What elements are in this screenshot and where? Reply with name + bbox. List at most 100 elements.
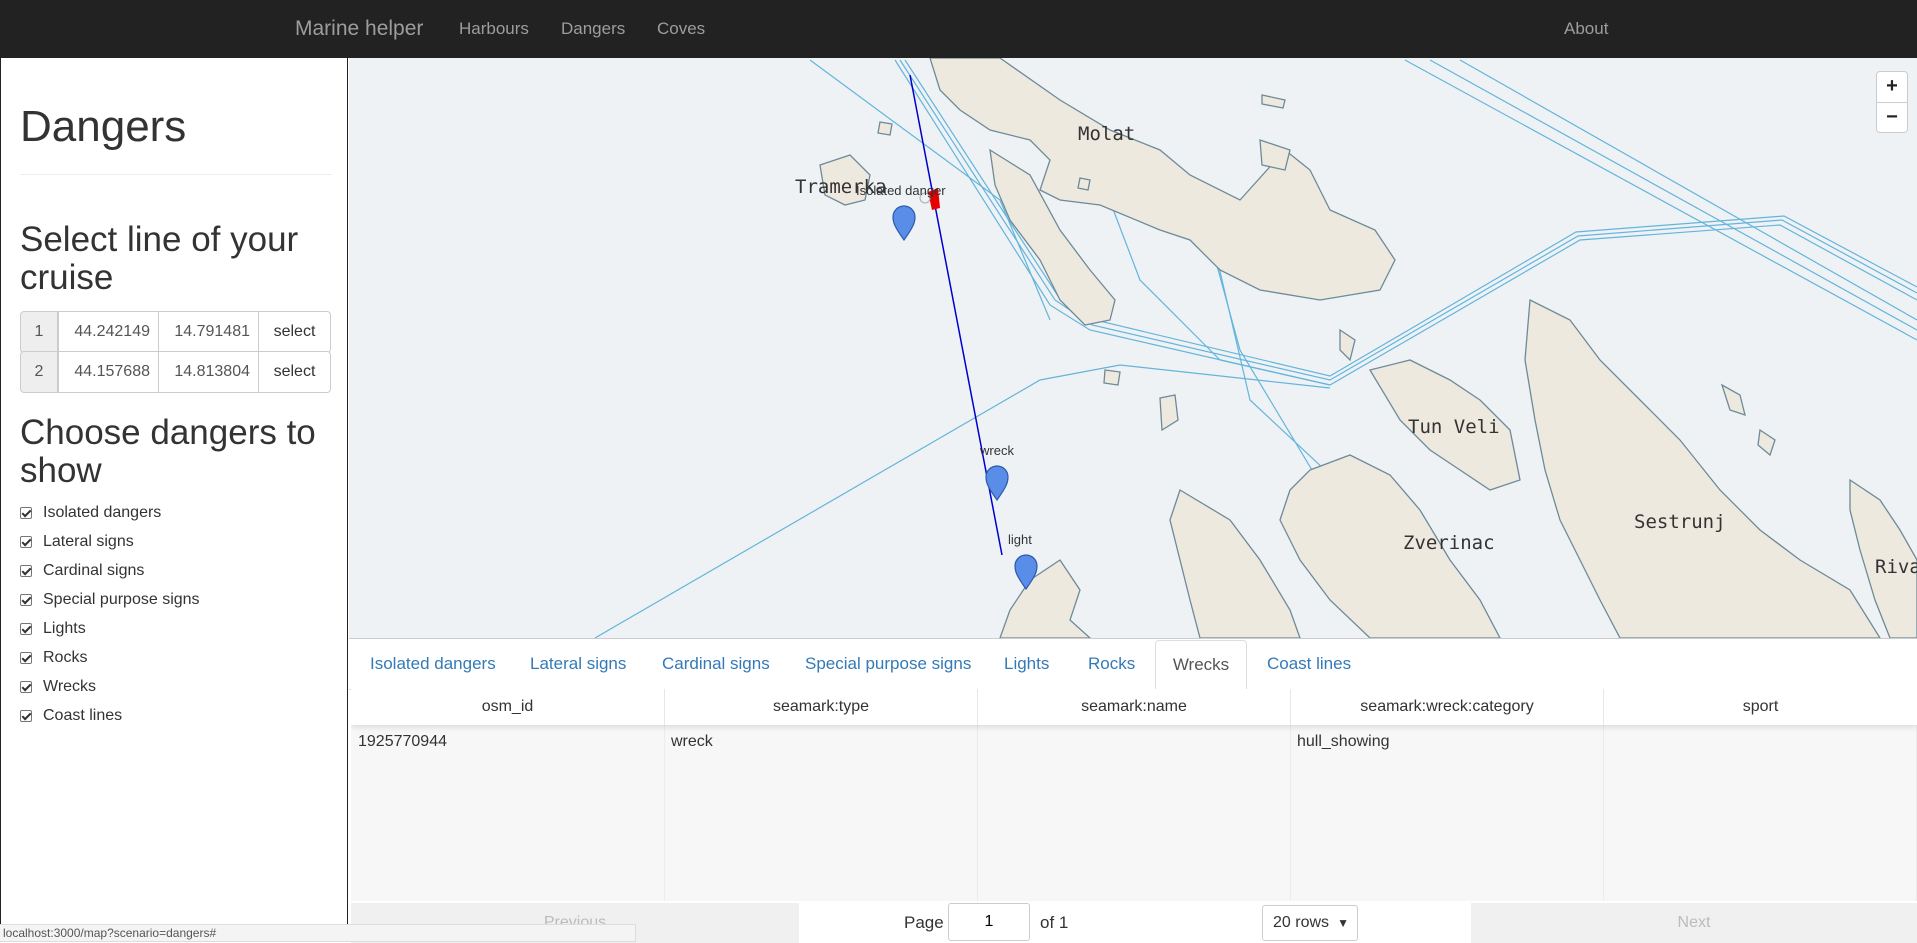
islet: [1259, 139, 1291, 171]
place-label-tun-veli: Tun Veli: [1408, 416, 1500, 438]
checkbox-label: Wrecks: [43, 678, 97, 695]
nav-coves[interactable]: Coves: [657, 19, 705, 39]
point-row-1: 1 select: [20, 311, 331, 353]
divider: [20, 174, 332, 175]
place-label-sestrunj: Sestrunj: [1634, 511, 1726, 533]
rows-per-page-value: 20 rows: [1273, 914, 1330, 931]
pin-marker-wreck[interactable]: wreck: [979, 443, 1014, 502]
danger-tabs: Isolated dangers Lateral signs Cardinal …: [349, 639, 1917, 690]
zoom-control: + −: [1876, 71, 1908, 133]
page-total: of 1: [1040, 913, 1069, 932]
islet: [877, 121, 893, 136]
land: [819, 58, 1917, 638]
islet: [1339, 328, 1356, 362]
select-button[interactable]: select: [258, 351, 331, 393]
zoom-in-button[interactable]: +: [1877, 72, 1907, 102]
map-pin-icon: [985, 465, 1009, 502]
column-header[interactable]: sport: [1604, 689, 1917, 725]
navbar: Marine helper Harbours Dangers Coves Abo…: [0, 0, 1917, 58]
marker-label: Isolated danger: [856, 183, 946, 198]
checkbox-label: Lights: [43, 620, 86, 637]
table-column: [665, 725, 978, 901]
checkbox[interactable]: [20, 594, 32, 606]
table-column: [1291, 725, 1604, 901]
point-row-2: 2 select: [20, 351, 331, 393]
table-column: [978, 725, 1291, 901]
marker-label: light: [1008, 532, 1032, 547]
select-button[interactable]: select: [258, 311, 331, 353]
checkbox[interactable]: [20, 623, 32, 635]
sidebar: Dangers Select line of your cruise 1 sel…: [0, 58, 348, 942]
chevron-down-icon: ▼: [1337, 916, 1349, 930]
checkbox[interactable]: [20, 681, 32, 693]
zoom-out-button[interactable]: −: [1877, 102, 1907, 133]
map-canvas[interactable]: Molat Tramerka Tun Veli Zverinac Sestrun…: [349, 58, 1917, 638]
islet: [1159, 394, 1179, 432]
tab-rocks[interactable]: Rocks: [1088, 639, 1135, 689]
islet: [1103, 369, 1121, 386]
tab-special-purpose-signs[interactable]: Special purpose signs: [805, 639, 971, 689]
checkbox-label: Lateral signs: [43, 533, 134, 550]
latitude-input[interactable]: [58, 311, 159, 353]
tab-isolated-dangers[interactable]: Isolated dangers: [370, 639, 496, 689]
table-cell: 1925770944: [358, 733, 447, 750]
islet: [1720, 383, 1746, 416]
checkbox[interactable]: [20, 710, 32, 722]
seaway-line: [1429, 59, 1917, 331]
island-south: [999, 559, 1091, 638]
checkbox-label: Isolated dangers: [43, 504, 162, 521]
checkbox[interactable]: [20, 565, 32, 577]
nav-dangers[interactable]: Dangers: [561, 19, 625, 39]
status-bar-url: localhost:3000/map?scenario=dangers#: [0, 924, 636, 942]
results-table: osm_id seamark:type seamark:name seamark…: [351, 689, 1917, 901]
column-header[interactable]: seamark:wreck:category: [1291, 689, 1604, 725]
place-label-molat: Molat: [1078, 123, 1135, 145]
column-header[interactable]: seamark:name: [978, 689, 1291, 725]
tab-lateral-signs[interactable]: Lateral signs: [530, 639, 626, 689]
pin-marker-tramerka[interactable]: [892, 205, 916, 242]
longitude-input[interactable]: [158, 351, 259, 393]
rows-per-page-select[interactable]: 20 rows ▼: [1262, 905, 1358, 941]
checkbox-label: Rocks: [43, 649, 88, 666]
map-pin-icon: [892, 205, 916, 242]
table-cell: hull_showing: [1297, 733, 1390, 750]
choose-dangers-heading: Choose dangers to show: [20, 413, 316, 490]
checkbox-label: Coast lines: [43, 707, 123, 724]
next-button[interactable]: Next: [1471, 903, 1917, 943]
page-label: Page: [904, 913, 944, 932]
checkbox[interactable]: [20, 652, 32, 664]
islet: [1077, 177, 1091, 191]
select-line-heading: Select line of your cruise: [20, 220, 299, 297]
tab-wrecks[interactable]: Wrecks: [1155, 640, 1247, 690]
tab-cardinal-signs[interactable]: Cardinal signs: [662, 639, 770, 689]
seaway-line: [1459, 59, 1917, 321]
islet: [1757, 428, 1776, 457]
nav-about[interactable]: About: [1564, 19, 1608, 39]
column-header[interactable]: osm_id: [351, 689, 665, 725]
latitude-input[interactable]: [58, 351, 159, 393]
checkbox-label: Special purpose signs: [43, 591, 200, 608]
nav-harbours[interactable]: Harbours: [459, 19, 529, 39]
seaway-line: [1404, 59, 1917, 341]
page-title: Dangers: [20, 102, 187, 151]
results-panel: Isolated dangers Lateral signs Cardinal …: [349, 638, 1917, 943]
table-column: [351, 725, 665, 901]
checkbox[interactable]: [20, 507, 32, 519]
tab-lights[interactable]: Lights: [1004, 639, 1049, 689]
longitude-input[interactable]: [158, 311, 259, 353]
table-column: [1604, 725, 1917, 901]
table-header: osm_id seamark:type seamark:name seamark…: [351, 689, 1917, 725]
map[interactable]: Molat Tramerka Tun Veli Zverinac Sestrun…: [349, 58, 1917, 638]
marker-label: wreck: [979, 443, 1014, 458]
place-label-riva: Riva: [1875, 556, 1917, 578]
checkbox-label: Cardinal signs: [43, 562, 145, 579]
column-header[interactable]: seamark:type: [665, 689, 978, 725]
tab-coast-lines[interactable]: Coast lines: [1267, 639, 1351, 689]
point-index: 1: [20, 311, 58, 353]
island-islet: [1169, 489, 1301, 638]
page-number-input[interactable]: [948, 903, 1030, 941]
brand-link[interactable]: Marine helper: [295, 17, 423, 41]
place-label-zverinac: Zverinac: [1403, 532, 1495, 554]
checkbox[interactable]: [20, 536, 32, 548]
islet: [1261, 94, 1286, 109]
